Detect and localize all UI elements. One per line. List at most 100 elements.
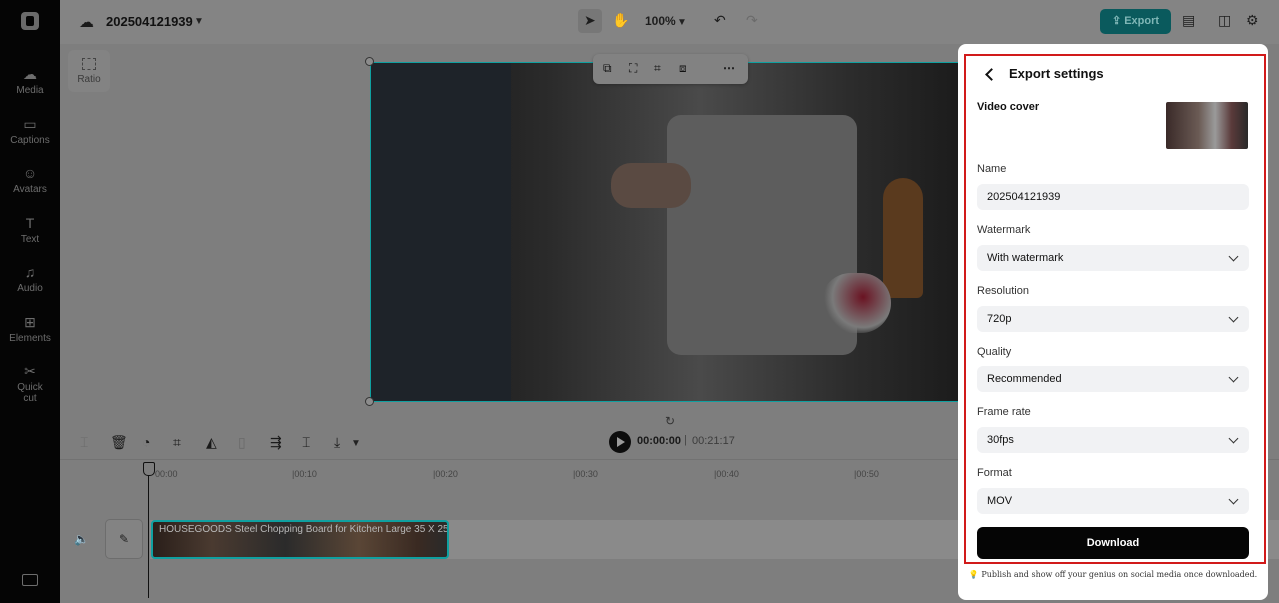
crop-icon[interactable]: ⌗ xyxy=(173,434,181,451)
quick-cut-icon: ✂ xyxy=(24,363,36,379)
audio-icon: ♫ xyxy=(24,264,36,280)
sidebar-item-label: Elements xyxy=(9,333,51,344)
quality-select[interactable]: Recommended xyxy=(977,366,1249,392)
top-bar: ☁ 202504121939 ▼ ➤ ✋ 100% ▼ ↶ ↷ ⇪ Export… xyxy=(60,0,1279,44)
delete-icon[interactable]: 🗑 xyxy=(110,434,128,451)
sidebar-item-label: Media xyxy=(16,85,44,96)
video-cover-label: Video cover xyxy=(977,101,1040,113)
time-tick: |00:40 xyxy=(714,469,739,479)
resize-handle[interactable] xyxy=(365,397,374,406)
time-tick: |00:10 xyxy=(292,469,317,479)
panel-title: Export settings xyxy=(1009,66,1104,81)
sidebar-item-label: Audio xyxy=(17,283,43,294)
settings-icon[interactable]: ⚙ xyxy=(1246,12,1259,29)
current-time: 00:00:00 xyxy=(637,435,682,447)
name-input[interactable]: 202504121939 xyxy=(977,184,1249,210)
chevron-down-icon[interactable]: ▼ xyxy=(351,438,361,449)
redo-icon[interactable]: ↷ xyxy=(746,12,758,29)
auto-cut-icon[interactable]: ⌶ xyxy=(302,434,310,451)
sidebar-item-text[interactable]: T Text xyxy=(0,215,60,245)
keyboard-shortcuts-icon[interactable] xyxy=(22,574,38,586)
hand-tool-icon[interactable]: ✋ xyxy=(612,12,629,29)
left-sidebar: ☁ Media ▭ Captions ☺ Avatars T Text ♫ Au… xyxy=(0,0,60,603)
chevron-down-icon[interactable]: ▼ xyxy=(194,16,204,27)
sidebar-item-quick-cut[interactable]: ✂ Quick cut xyxy=(0,363,60,404)
chevron-down-icon xyxy=(1228,312,1239,323)
crop-icon[interactable]: ⌗ xyxy=(654,61,661,76)
edit-cover-button[interactable]: ✎ xyxy=(105,519,143,559)
video-cover-thumbnail[interactable] xyxy=(1166,102,1248,149)
video-preview[interactable] xyxy=(370,62,970,402)
ratio-button[interactable]: Ratio xyxy=(68,50,110,92)
text-icon: T xyxy=(25,215,35,231)
back-arrow-icon[interactable] xyxy=(982,66,998,82)
export-button[interactable]: ⇪ Export xyxy=(1100,9,1171,34)
clip-label: HOUSEGOODS Steel Chopping Board for Kitc… xyxy=(159,524,449,535)
sidebar-item-captions[interactable]: ▭ Captions xyxy=(0,116,60,146)
download-icon[interactable]: ⤓ xyxy=(334,434,340,451)
frame-rate-select[interactable]: 30fps xyxy=(977,427,1249,453)
zoom-level[interactable]: 100% xyxy=(645,14,676,28)
chevron-down-icon xyxy=(1228,433,1239,444)
layout-icon[interactable]: ◫ xyxy=(1218,12,1231,29)
time-tick: |00:50 xyxy=(854,469,879,479)
elements-icon: ⊞ xyxy=(24,314,36,330)
volume-icon[interactable]: 🔈 xyxy=(74,532,89,546)
replace-icon[interactable]: ⧉ xyxy=(603,61,612,76)
cloud-sync-icon[interactable]: ☁ xyxy=(79,13,97,31)
video-clip[interactable]: HOUSEGOODS Steel Chopping Board for Kitc… xyxy=(151,520,449,559)
adjust-icon[interactable]: ⇶ xyxy=(270,434,282,451)
layers-icon[interactable]: ▤ xyxy=(1182,12,1195,29)
format-label: Format xyxy=(977,467,1012,479)
sidebar-item-label: Avatars xyxy=(13,184,47,195)
sidebar-item-label: Quick xyxy=(17,382,43,393)
resolution-label: Resolution xyxy=(977,285,1029,297)
duplicate-icon[interactable]: ▯ xyxy=(238,434,246,451)
publish-note: 💡 Publish and show off your genius on so… xyxy=(968,570,1258,579)
resize-handle[interactable] xyxy=(365,57,374,66)
play-button[interactable] xyxy=(609,431,631,453)
time-separator: | xyxy=(684,434,687,446)
quality-label: Quality xyxy=(977,346,1012,358)
project-title[interactable]: 202504121939 xyxy=(106,14,193,29)
zoom-chevron-icon[interactable]: ▼ xyxy=(677,17,687,28)
sidebar-item-label-line2: cut xyxy=(23,393,37,404)
download-button[interactable]: Download xyxy=(977,527,1249,559)
upload-icon: ⇪ xyxy=(1111,15,1125,27)
pointer-icon[interactable]: ➤ xyxy=(584,12,596,29)
resolution-select[interactable]: 720p xyxy=(977,306,1249,332)
undo-icon[interactable]: ↶ xyxy=(714,12,726,29)
lightbulb-icon: 💡 xyxy=(968,570,979,579)
ratio-icon xyxy=(82,58,96,70)
sidebar-item-audio[interactable]: ♫ Audio xyxy=(0,264,60,294)
time-tick: |00:20 xyxy=(433,469,458,479)
sidebar-item-media[interactable]: ☁ Media xyxy=(0,66,60,96)
name-label: Name xyxy=(977,163,1007,175)
chevron-down-icon xyxy=(1228,251,1239,262)
sidebar-item-avatars[interactable]: ☺ Avatars xyxy=(0,165,60,195)
total-time: 00:21:17 xyxy=(692,435,735,447)
flip-icon[interactable]: ◭ xyxy=(206,434,217,451)
watermark-select[interactable]: With watermark xyxy=(977,245,1249,271)
captions-icon: ▭ xyxy=(23,116,37,132)
frame-rate-label: Frame rate xyxy=(977,406,1031,418)
media-icon: ☁ xyxy=(23,66,37,82)
app-logo xyxy=(21,12,39,30)
playhead[interactable] xyxy=(143,462,155,598)
format-select[interactable]: MOV xyxy=(977,488,1249,514)
time-tick: |00:30 xyxy=(573,469,598,479)
pencil-icon: ✎ xyxy=(118,532,130,546)
avatars-icon: ☺ xyxy=(22,165,38,181)
sidebar-item-elements[interactable]: ⊞ Elements xyxy=(0,314,60,344)
watermark-label: Watermark xyxy=(977,224,1031,236)
chevron-down-icon xyxy=(1228,372,1239,383)
more-options-icon[interactable]: ⋯ xyxy=(723,61,735,75)
picture-in-picture-icon[interactable]: ⧈ xyxy=(679,61,687,76)
sidebar-item-label: Text xyxy=(20,234,40,245)
speed-icon[interactable]: ◔ xyxy=(142,434,150,450)
sidebar-item-label: Captions xyxy=(10,135,50,146)
export-settings-panel: Export settings Video cover Name 2025041… xyxy=(958,44,1268,600)
time-tick: 00:00 xyxy=(155,469,178,479)
split-icon[interactable]: ⌶ xyxy=(80,434,88,451)
fit-icon[interactable]: ⛶ xyxy=(629,61,637,76)
